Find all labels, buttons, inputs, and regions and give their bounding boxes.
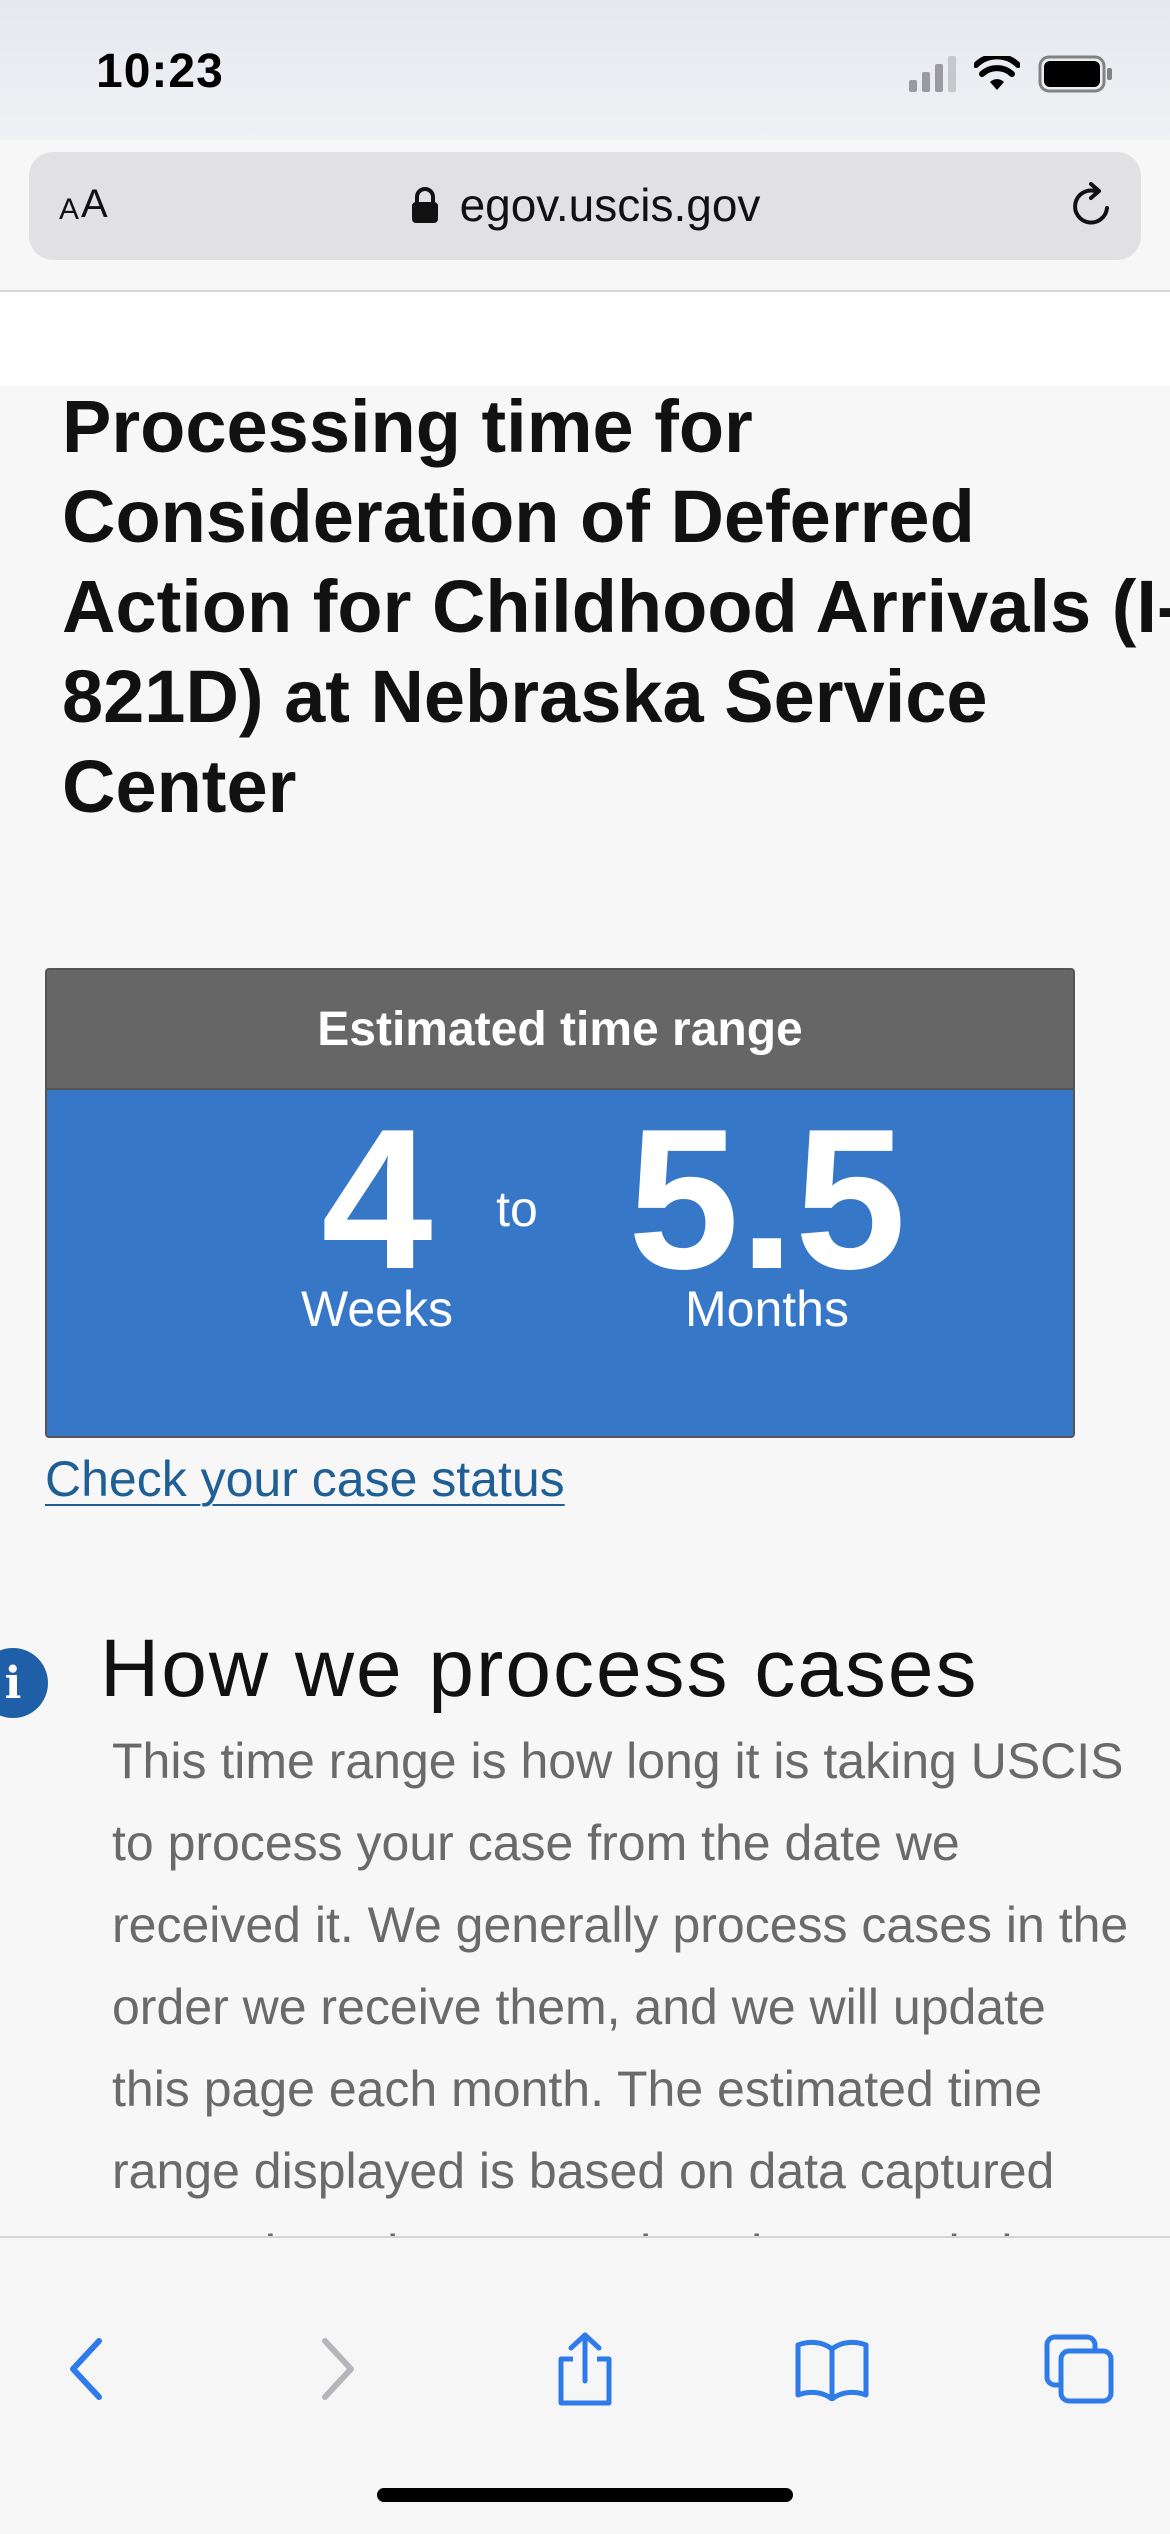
check-case-status-link[interactable]: Check your case status (45, 1450, 565, 1508)
cellular-signal-icon (909, 56, 956, 92)
tabs-button[interactable] (1034, 2324, 1124, 2414)
max-time-value: 5.5 (627, 1088, 907, 1311)
book-icon (795, 2339, 869, 2401)
address-bar[interactable]: AA egov.uscis.gov (29, 152, 1141, 260)
section-heading: How we process cases (100, 1623, 979, 1714)
chevron-right-icon (322, 2338, 354, 2400)
page-top-banner (0, 292, 1170, 386)
share-button[interactable] (540, 2324, 630, 2414)
share-icon (558, 2332, 612, 2406)
wifi-icon (974, 56, 1020, 90)
card-body: 4 to 5.5 Weeks Months (47, 1090, 1073, 1436)
range-separator: to (496, 1181, 538, 1237)
forward-button[interactable] (292, 2324, 382, 2414)
reload-icon[interactable] (1065, 180, 1117, 232)
info-icon: i (0, 1648, 48, 1718)
tabs-icon (1044, 2334, 1114, 2404)
status-time: 10:23 (96, 45, 224, 98)
max-time-unit: Months (685, 1281, 849, 1337)
url-display[interactable]: egov.uscis.gov (29, 178, 1141, 232)
status-bar: 10:23 (0, 0, 1170, 140)
home-indicator (377, 2488, 793, 2502)
chevron-left-icon (70, 2338, 102, 2400)
page-title: Processing time for Consideration of Def… (62, 385, 1170, 828)
back-button[interactable] (42, 2324, 132, 2414)
section-body-text: This time range is how long it is taking… (112, 1733, 1129, 2281)
battery-icon (1038, 55, 1112, 93)
url-text: egov.uscis.gov (459, 179, 761, 231)
card-header: Estimated time range (47, 970, 1073, 1090)
min-time-unit: Weeks (301, 1281, 453, 1337)
estimated-time-card: Estimated time range 4 to 5.5 Weeks Mont… (45, 968, 1075, 1438)
lock-icon (411, 187, 438, 223)
status-icons (909, 52, 1114, 96)
bookmarks-button[interactable] (787, 2324, 877, 2414)
